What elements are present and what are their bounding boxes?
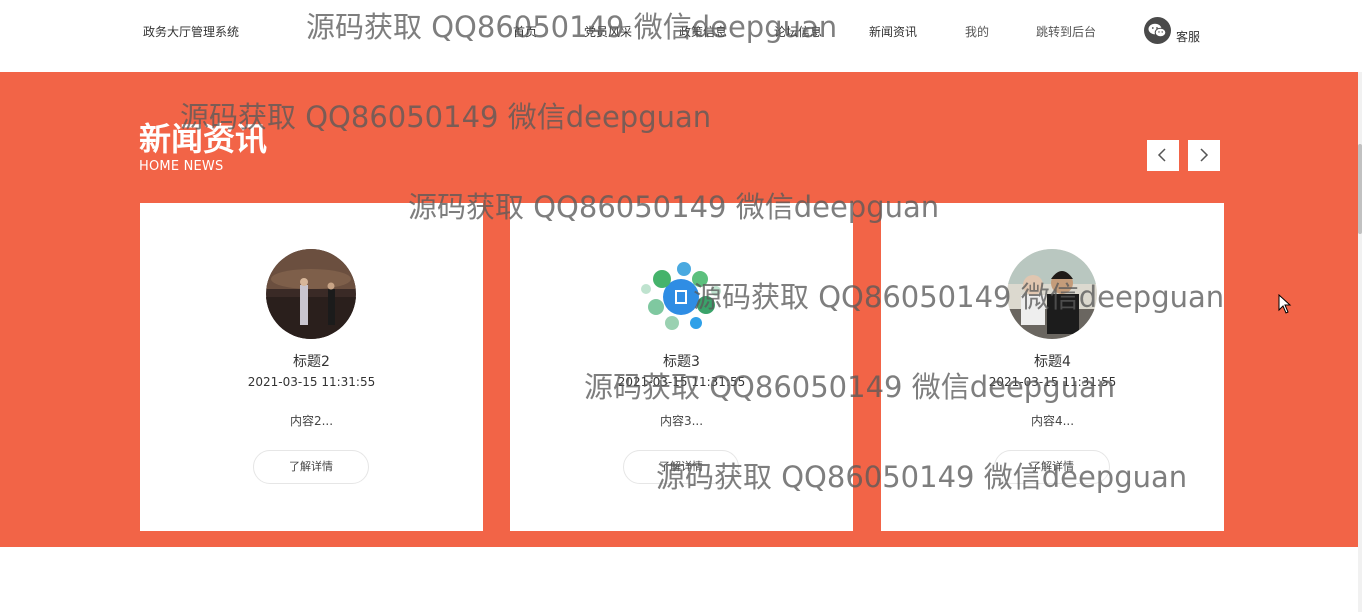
nav-home[interactable]: 首页	[513, 23, 537, 40]
nav-mine[interactable]: 我的	[965, 23, 989, 40]
read-more-button[interactable]: 了解详情	[994, 450, 1110, 484]
customer-service-label: 客服	[1176, 30, 1201, 44]
news-image[interactable]	[636, 249, 726, 339]
wechat-icon	[1144, 17, 1171, 44]
news-title[interactable]: 标题4	[881, 351, 1224, 371]
read-more-button[interactable]: 了解详情	[253, 450, 369, 484]
section-title: 新闻资讯	[139, 120, 268, 158]
nav-news[interactable]: 新闻资讯	[869, 23, 917, 40]
nav-party-members[interactable]: 党员风采	[584, 23, 632, 40]
news-image[interactable]	[1007, 249, 1097, 339]
news-section: 新闻资讯 HOME NEWS 标题2 2021-03-15 11:31:55 内…	[0, 72, 1358, 547]
mouse-cursor-icon	[1278, 294, 1292, 314]
news-summary: 内容2...	[289, 414, 334, 428]
news-title[interactable]: 标题3	[510, 351, 853, 371]
page-scrollbar[interactable]	[1358, 72, 1362, 612]
top-header: 政务大厅管理系统 首页 党员风采 政策信息 论坛信息 新闻资讯 我的 跳转到后台…	[0, 0, 1362, 72]
news-date: 2021-03-15 11:31:55	[617, 375, 746, 389]
news-image[interactable]	[266, 249, 356, 339]
news-card[interactable]: 标题4 2021-03-15 11:31:55 内容4... 了解详情	[881, 203, 1224, 531]
scrollbar-thumb[interactable]	[1358, 144, 1362, 234]
nav-policy-info[interactable]: 政策信息	[679, 23, 727, 40]
carousel-next-button[interactable]	[1188, 140, 1220, 171]
read-more-button[interactable]: 了解详情	[623, 450, 739, 484]
news-card[interactable]: 标题2 2021-03-15 11:31:55 内容2... 了解详情	[140, 203, 483, 531]
news-date: 2021-03-15 11:31:55	[988, 375, 1117, 389]
nav-admin[interactable]: 跳转到后台	[1036, 23, 1096, 40]
chevron-left-icon	[1157, 148, 1166, 162]
section-subtitle: HOME NEWS	[139, 159, 224, 174]
news-date: 2021-03-15 11:31:55	[247, 375, 376, 389]
news-card[interactable]: 标题3 2021-03-15 11:31:55 内容3... 了解详情	[510, 203, 853, 531]
carousel-prev-button[interactable]	[1147, 140, 1179, 171]
news-summary: 内容3...	[659, 414, 704, 428]
news-summary: 内容4...	[1030, 414, 1075, 428]
chevron-right-icon	[1200, 148, 1209, 162]
nav-forum[interactable]: 论坛信息	[774, 23, 822, 40]
news-title[interactable]: 标题2	[140, 351, 483, 371]
